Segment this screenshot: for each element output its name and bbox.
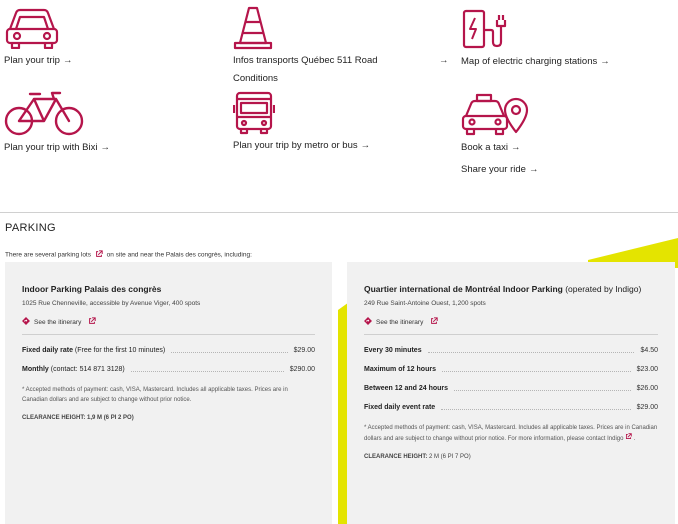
rate-row: Every 30 minutes $4.50: [364, 347, 658, 354]
parking-card-quartier-international: Quartier international de Montréal Indoo…: [347, 262, 675, 524]
tile-road-conditions[interactable]: [233, 5, 273, 51]
bus-icon: [233, 91, 370, 135]
tile-link-share-ride[interactable]: Share your ride →: [461, 161, 538, 179]
taxi-icon: [461, 92, 538, 136]
tile-link-metro-bus[interactable]: Plan your trip by metro or bus →: [233, 137, 370, 155]
tile-plan-trip[interactable]: Plan your trip →: [4, 7, 72, 70]
card-title: Indoor Parking Palais des congrès: [22, 284, 162, 294]
payment-note: * Accepted methods of payment: cash, VIS…: [364, 425, 658, 444]
card-address: 1025 Rue Chenneville, accessible by Aven…: [22, 300, 201, 307]
rate-row: Between 12 and 24 hours $26.00: [364, 385, 658, 392]
route-icon: [364, 317, 372, 327]
clearance-height: CLEARANCE HEIGHT: 1,9 M (6 PI 2 PO): [22, 415, 134, 421]
parking-card-palais: Indoor Parking Palais des congrès 1025 R…: [5, 262, 332, 524]
clearance-height: CLEARANCE HEIGHT: 2 M (6 PI 7 PO): [364, 454, 471, 461]
itinerary-link[interactable]: See the itinerary: [364, 317, 658, 327]
tile-link-road-conditions[interactable]: Infos transports Québec 511 Road Conditi…: [233, 52, 403, 88]
tile-link-road-conditions-arrow[interactable]: →: [439, 52, 449, 70]
external-link-icon: [430, 317, 439, 327]
card-address: 249 Rue Saint-Antoine Ouest, 1,200 spots: [364, 300, 486, 307]
ev-charging-icon: [461, 8, 507, 50]
bicycle-icon: [4, 91, 110, 137]
external-link-icon[interactable]: [625, 433, 632, 444]
tile-taxi[interactable]: Book a taxi → Share your ride →: [461, 92, 538, 179]
card-separator: [22, 334, 315, 335]
rate-row: Fixed daily event rate $29.00: [364, 404, 658, 411]
tile-link-bixi[interactable]: Plan your trip with Bixi →: [4, 139, 110, 157]
card-title: Quartier international de Montréal Indoo…: [364, 284, 642, 294]
parking-intro: There are several parking lots on site a…: [5, 250, 252, 260]
rate-row: Maximum of 12 hours $23.00: [364, 366, 658, 373]
itinerary-link[interactable]: See the itinerary: [22, 317, 315, 327]
route-icon: [22, 317, 30, 327]
tile-link-plan-trip[interactable]: Plan your trip →: [4, 52, 72, 70]
tile-link-taxi[interactable]: Book a taxi →: [461, 139, 538, 157]
rate-row: Monthly (contact: 514 871 3128) $290.00: [22, 366, 315, 373]
section-divider: [0, 212, 678, 213]
tile-bixi[interactable]: Plan your trip with Bixi →: [4, 91, 110, 157]
external-link-icon: [88, 317, 97, 327]
car-icon: [4, 7, 72, 49]
tile-metro-bus[interactable]: Plan your trip by metro or bus →: [233, 91, 370, 155]
tile-link-ev-charging[interactable]: Map of electric charging stations →: [461, 53, 610, 71]
external-link-icon[interactable]: [95, 250, 103, 260]
card-separator: [364, 334, 658, 335]
traffic-cone-icon: [233, 5, 273, 51]
rate-row: Fixed daily rate (Free for the first 10 …: [22, 347, 315, 354]
payment-note: * Accepted methods of payment: cash, VIS…: [22, 387, 288, 403]
parking-heading: PARKING: [5, 222, 56, 234]
tile-ev-charging[interactable]: [461, 8, 507, 50]
